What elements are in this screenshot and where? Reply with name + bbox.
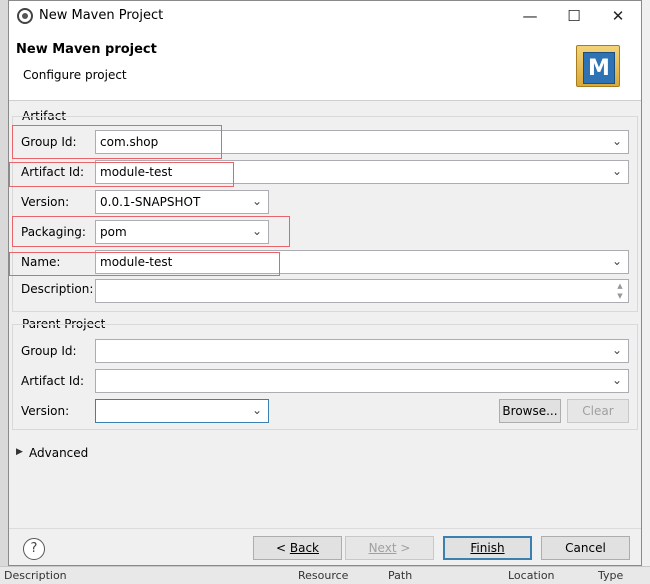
- minimize-icon[interactable]: —: [508, 1, 552, 31]
- bg-column-resource: Resource: [298, 569, 349, 582]
- advanced-toggle[interactable]: Advanced: [29, 446, 88, 460]
- parent-version-combo[interactable]: ⌄: [95, 399, 269, 423]
- close-icon[interactable]: ✕: [596, 1, 640, 31]
- back-prefix: <: [275, 541, 290, 555]
- maven-logo: M: [576, 45, 620, 87]
- chevron-down-icon[interactable]: ⌄: [612, 254, 622, 268]
- clear-button[interactable]: Clear: [567, 399, 629, 423]
- next-button[interactable]: Next >: [345, 536, 434, 560]
- chevron-down-icon[interactable]: ⌄: [612, 373, 622, 387]
- back-label: Back: [289, 541, 319, 555]
- bg-column-location: Location: [508, 569, 555, 582]
- description-textarea[interactable]: ▲ ▼: [95, 279, 629, 303]
- wizard-header: New Maven project Configure project M: [9, 31, 641, 101]
- next-label: Next: [368, 541, 397, 555]
- finish-button[interactable]: Finish: [443, 536, 532, 560]
- highlight-name: [9, 252, 280, 276]
- app-icon: [17, 8, 33, 24]
- parent-artifact-id-combo[interactable]: ⌄: [95, 369, 629, 393]
- parent-version-label: Version:: [21, 404, 70, 418]
- next-suffix: >: [396, 541, 411, 555]
- description-scroll-icon[interactable]: ▲ ▼: [614, 281, 626, 301]
- browse-button[interactable]: Browse...: [499, 399, 561, 423]
- footer-divider: [9, 528, 641, 529]
- version-combo[interactable]: 0.0.1-SNAPSHOT ⌄: [95, 190, 269, 214]
- chevron-down-icon[interactable]: ⌄: [612, 134, 622, 148]
- page-title: New Maven project: [16, 42, 157, 57]
- cancel-button[interactable]: Cancel: [541, 536, 630, 560]
- expand-triangle-icon[interactable]: ▶: [16, 447, 23, 457]
- version-value: 0.0.1-SNAPSHOT: [100, 195, 201, 209]
- parent-group-id-combo[interactable]: ⌄: [95, 339, 629, 363]
- background-ide-left: [0, 0, 8, 584]
- bg-column-path: Path: [388, 569, 413, 582]
- background-ide-problems-header: Description Resource Path Location Type: [0, 566, 650, 584]
- bg-column-type: Type: [598, 569, 624, 582]
- page-subtitle: Configure project: [23, 68, 127, 82]
- title-bar: New Maven Project — ☐ ✕: [9, 1, 641, 31]
- description-label: Description:: [21, 282, 94, 296]
- help-icon[interactable]: ?: [23, 538, 45, 560]
- chevron-down-icon[interactable]: ⌄: [612, 343, 622, 357]
- highlight-artifact-id: [9, 162, 234, 187]
- back-button[interactable]: < Back: [253, 536, 342, 560]
- maximize-icon[interactable]: ☐: [552, 1, 596, 31]
- highlight-group-id: [12, 125, 222, 159]
- finish-label: Finish: [470, 541, 505, 555]
- parent-group-id-label: Group Id:: [21, 344, 77, 358]
- chevron-down-icon[interactable]: ⌄: [252, 403, 262, 417]
- window-title: New Maven Project: [39, 8, 164, 23]
- bg-column-description: Description: [4, 569, 67, 582]
- chevron-down-icon[interactable]: ⌄: [252, 194, 262, 208]
- dialog-window: New Maven Project — ☐ ✕ New Maven projec…: [8, 0, 642, 566]
- version-label: Version:: [21, 195, 70, 209]
- highlight-packaging: [12, 216, 290, 247]
- parent-artifact-id-label: Artifact Id:: [21, 374, 85, 388]
- chevron-down-icon[interactable]: ⌄: [612, 164, 622, 178]
